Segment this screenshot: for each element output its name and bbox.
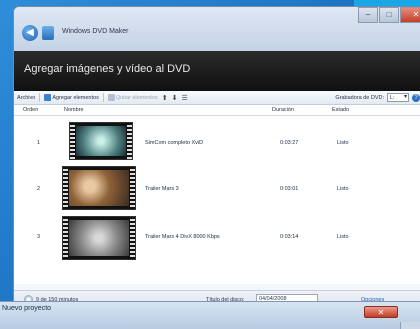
video-thumbnail	[62, 166, 136, 210]
remove-items-label: Quitar elementos	[115, 94, 158, 101]
file-menu[interactable]: Archivo	[17, 95, 35, 101]
move-up-arrow-icon[interactable]: ⬆	[162, 94, 168, 102]
remove-items-icon	[107, 94, 115, 101]
row-name: Trailer Mars 3	[145, 186, 179, 192]
page-title: Agregar imágenes y vídeo al DVD	[24, 63, 191, 75]
move-down-arrow-icon[interactable]: ⬇	[172, 94, 178, 102]
column-duration[interactable]: Duración	[272, 107, 294, 113]
window-title: Windows DVD Maker	[62, 28, 129, 35]
new-project-dialog: Nuevo proyecto ✕	[0, 301, 420, 329]
row-order: 2	[37, 186, 41, 192]
row-duration: 0:03:27	[280, 140, 299, 146]
row-duration: 0:03:14	[280, 234, 299, 240]
dvd-maker-app-icon	[42, 26, 54, 40]
add-items-label: Agregar elementos	[52, 94, 99, 101]
dvd-maker-window: ◀ Windows DVD Maker – □ ✕ Agregar imágen…	[13, 6, 420, 329]
row-duration: 0:03:01	[280, 186, 299, 192]
burner-group: Grabadora de DVD: L: ?	[335, 93, 420, 102]
maximize-button[interactable]: □	[379, 7, 399, 23]
row-status: Listo	[337, 140, 349, 146]
video-thumbnail	[62, 216, 136, 260]
table-row[interactable]: 1 SimCom completo XviD 0:03:27 Listo	[14, 118, 420, 166]
page-header: Agregar imágenes y vídeo al DVD	[14, 51, 420, 91]
dialog-side-panel	[400, 322, 420, 329]
window-controls: – □ ✕	[358, 7, 420, 23]
table-row[interactable]: 2 Trailer Mars 3 0:03:01 Listo	[14, 164, 420, 212]
dialog-title: Nuevo proyecto	[2, 305, 52, 312]
column-header-row: Orden Nombre Duración Estado	[14, 105, 420, 116]
add-items-button[interactable]: Agregar elementos	[44, 94, 99, 101]
row-status: Listo	[337, 186, 349, 192]
remove-items-button[interactable]: Quitar elementos	[107, 94, 158, 101]
close-button[interactable]: ✕	[400, 7, 420, 23]
dialog-close-button[interactable]: ✕	[364, 306, 398, 318]
list-view-icon[interactable]: ☰	[181, 94, 187, 102]
toolbar-separator	[39, 93, 41, 102]
row-name: SimCom completo XviD	[145, 140, 204, 146]
column-status[interactable]: Estado	[332, 107, 349, 113]
add-items-icon	[44, 94, 52, 101]
burner-label: Grabadora de DVD:	[335, 94, 384, 101]
row-order: 3	[37, 234, 41, 240]
video-thumbnail	[69, 122, 133, 160]
table-row[interactable]: 3 Trailer Mars 4 DivX 8000 Kbps 0:03:14 …	[14, 212, 420, 260]
help-icon[interactable]: ?	[412, 93, 420, 102]
title-bar: ◀ Windows DVD Maker – □ ✕	[14, 7, 420, 51]
row-name: Trailer Mars 4 DivX 8000 Kbps	[145, 234, 220, 240]
burner-select[interactable]: L:	[387, 93, 409, 102]
row-order: 1	[37, 140, 41, 146]
back-arrow-icon[interactable]: ◀	[22, 25, 38, 41]
toolbar: Archivo Agregar elementos Quitar element…	[14, 91, 420, 105]
toolbar-separator	[102, 93, 104, 102]
column-order[interactable]: Orden	[23, 107, 38, 113]
minimize-button[interactable]: –	[358, 7, 378, 23]
column-name[interactable]: Nombre	[64, 107, 84, 113]
row-status: Listo	[337, 234, 349, 240]
video-list: 1 SimCom completo XviD 0:03:27 Listo 2 T…	[14, 116, 420, 284]
